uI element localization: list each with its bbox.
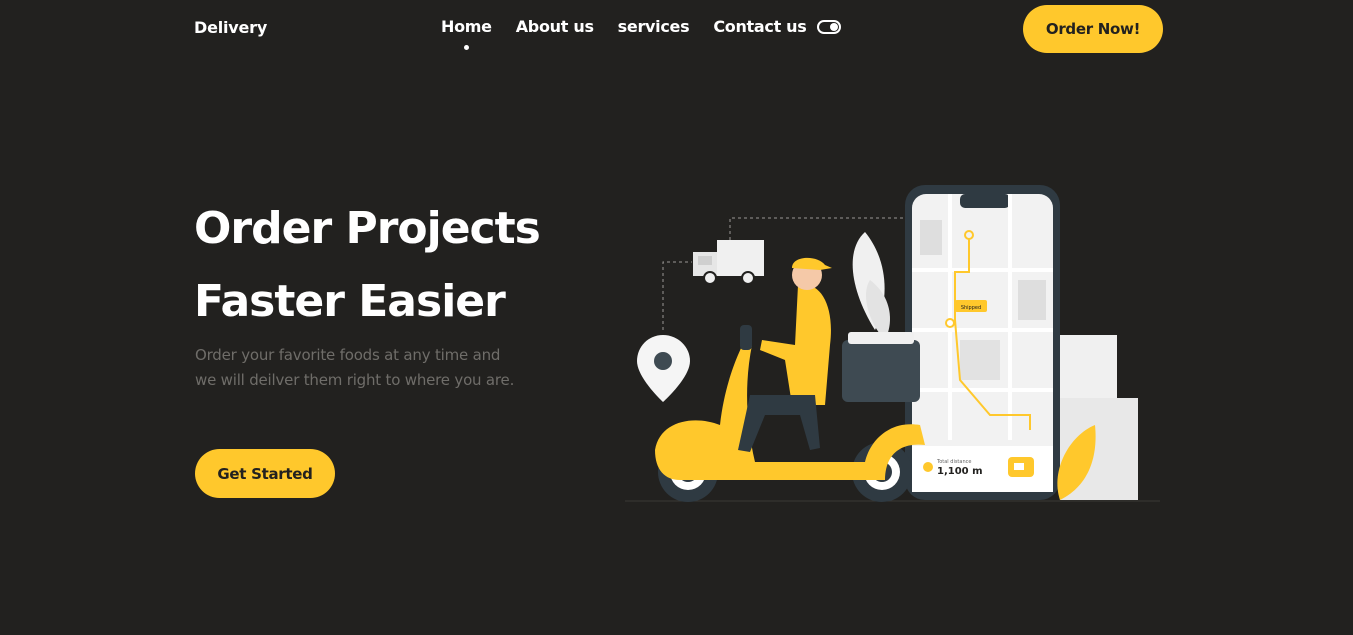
hero-title: Order Projects Faster Easier	[194, 192, 614, 338]
nav-about[interactable]: About us	[516, 17, 594, 36]
get-started-button[interactable]: Get Started	[195, 449, 335, 498]
main-nav: Home About us services Contact us	[441, 17, 831, 50]
location-pin-icon	[637, 335, 690, 402]
site-header: Delivery Home About us services Contact …	[0, 0, 1353, 56]
nav-contact[interactable]: Contact us	[713, 17, 807, 36]
rider-icon	[738, 257, 832, 452]
toggle-knob	[830, 23, 838, 31]
map-tag: Shipped	[961, 305, 981, 311]
hero-title-line-1: Order Projects	[194, 203, 541, 254]
order-now-button[interactable]: Order Now!	[1023, 5, 1163, 53]
plant-icon	[852, 232, 890, 340]
truck-icon	[693, 240, 764, 285]
hero-title-line-2: Faster Easier	[194, 276, 506, 327]
theme-toggle-icon[interactable]	[817, 20, 841, 34]
logo[interactable]: Delivery	[194, 18, 267, 37]
distance-label: Total distance	[936, 459, 971, 465]
hero-description: Order your favorite foods at any time an…	[195, 346, 515, 389]
phone-icon: Shipped Total distance 1,100 m	[905, 185, 1060, 500]
nav-home[interactable]: Home	[441, 17, 492, 50]
distance-value: 1,100 m	[937, 466, 983, 477]
nav-services[interactable]: services	[618, 17, 690, 36]
delivery-illustration: Shipped Total distance 1,100 m	[625, 185, 1160, 502]
